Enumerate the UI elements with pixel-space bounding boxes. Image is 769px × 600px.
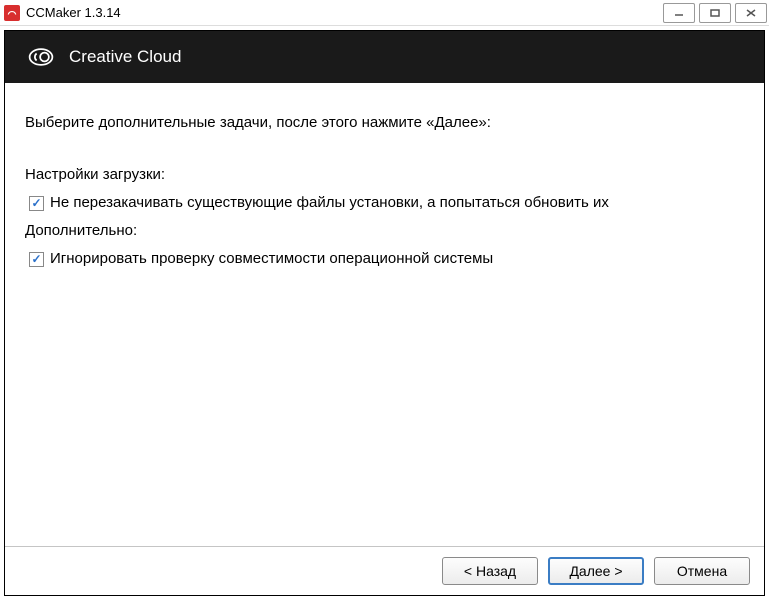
titlebar: CCMaker 1.3.14 bbox=[0, 0, 769, 26]
minimize-button[interactable] bbox=[663, 3, 695, 23]
checkbox-reuse-files[interactable] bbox=[29, 196, 44, 211]
maximize-button[interactable] bbox=[699, 3, 731, 23]
checkbox-ignore-compat[interactable] bbox=[29, 252, 44, 267]
main-content: Выберите дополнительные задачи, после эт… bbox=[5, 83, 764, 546]
footer: < Назад Далее > Отмена bbox=[5, 546, 764, 595]
content-wrapper: Creative Cloud Выберите дополнительные з… bbox=[4, 30, 765, 596]
instruction-text: Выберите дополнительные задачи, после эт… bbox=[25, 111, 750, 135]
titlebar-left: CCMaker 1.3.14 bbox=[4, 5, 121, 21]
back-button[interactable]: < Назад bbox=[442, 557, 538, 585]
window-controls bbox=[663, 3, 769, 23]
close-button[interactable] bbox=[735, 3, 767, 23]
checkbox-ignore-compat-label: Игнорировать проверку совместимости опер… bbox=[50, 247, 493, 271]
download-section-label: Настройки загрузки: bbox=[25, 163, 750, 187]
checkbox-row-reuse-files: Не перезакачивать существующие файлы уст… bbox=[29, 191, 750, 215]
additional-section-label: Дополнительно: bbox=[25, 219, 750, 243]
app-icon bbox=[4, 5, 20, 21]
checkbox-row-ignore-compat: Игнорировать проверку совместимости опер… bbox=[29, 247, 750, 271]
window-title: CCMaker 1.3.14 bbox=[26, 5, 121, 20]
header-banner: Creative Cloud bbox=[5, 31, 764, 83]
creative-cloud-icon bbox=[27, 43, 55, 71]
next-button[interactable]: Далее > bbox=[548, 557, 644, 585]
cancel-button[interactable]: Отмена bbox=[654, 557, 750, 585]
checkbox-reuse-files-label: Не перезакачивать существующие файлы уст… bbox=[50, 191, 609, 215]
header-title: Creative Cloud bbox=[69, 47, 181, 67]
